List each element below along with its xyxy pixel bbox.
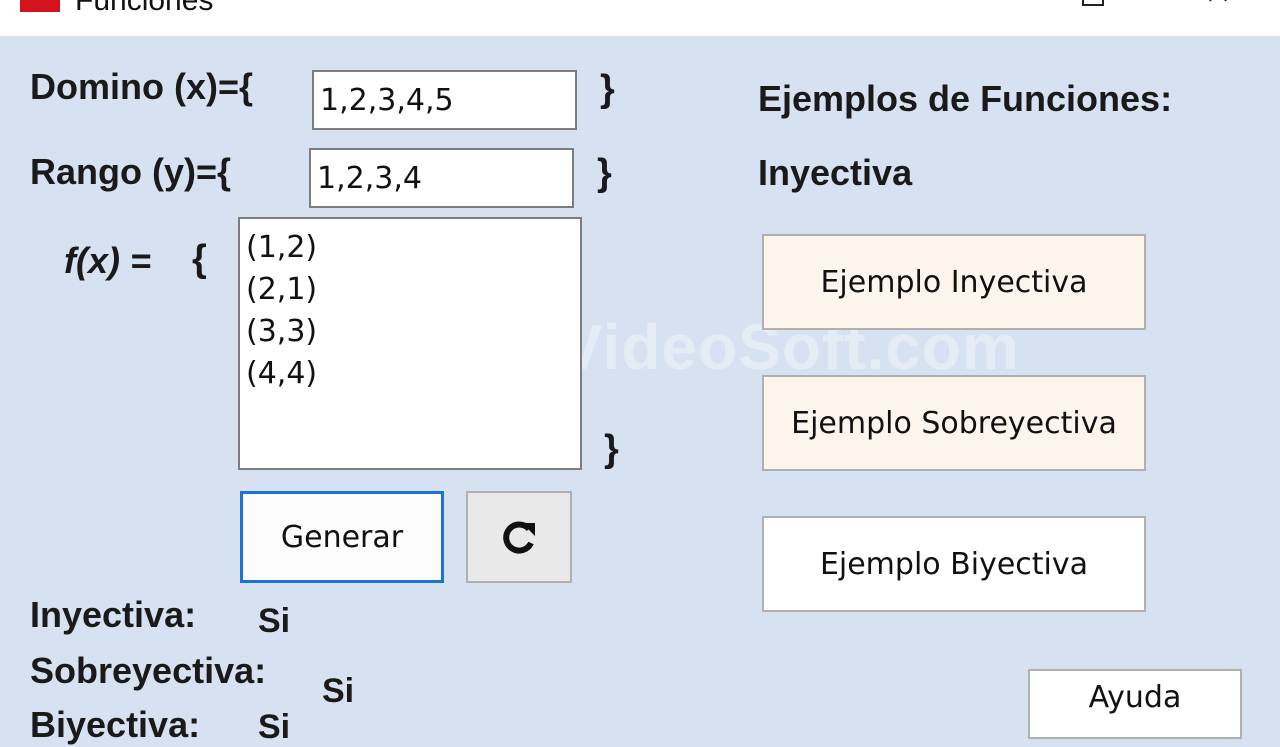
bijective-value: Si (258, 708, 291, 746)
surjective-value: Si (322, 672, 355, 710)
pairs-textarea[interactable]: (1,2) (2,1) (3,3) (4,4) (238, 217, 582, 470)
domain-label: Domino (x)={ (30, 66, 254, 107)
app-icon (20, 0, 60, 12)
range-label: Rango (y)={ (30, 151, 232, 192)
title-bar: Funciones ✕ (0, 0, 1280, 36)
fx-open-brace: { (192, 238, 207, 280)
window-title: Funciones (75, 0, 214, 17)
fx-close-brace: } (604, 428, 619, 470)
close-icon[interactable]: ✕ (1200, 0, 1236, 10)
maximize-icon[interactable] (1082, 0, 1104, 6)
injective-label: Inyectiva: (30, 594, 197, 635)
domain-close-brace: } (600, 68, 615, 110)
refresh-button[interactable] (466, 491, 572, 583)
pair-item: (4,4) (246, 356, 318, 391)
pair-item: (1,2) (246, 230, 318, 265)
surjective-label: Sobreyectiva: (30, 650, 267, 691)
domain-input[interactable] (312, 70, 577, 130)
refresh-icon (503, 521, 535, 554)
example-type-label: Inyectiva (758, 152, 913, 193)
bijective-label: Biyectiva: (30, 704, 201, 745)
example-injective-button[interactable]: Ejemplo Inyectiva (762, 234, 1146, 330)
example-bijective-button[interactable]: Ejemplo Biyectiva (762, 516, 1146, 612)
pair-item: (2,1) (246, 272, 318, 307)
example-surjective-button[interactable]: Ejemplo Sobreyectiva (762, 375, 1146, 471)
help-button[interactable]: Ayuda (1028, 669, 1242, 739)
injective-value: Si (258, 602, 291, 640)
examples-heading: Ejemplos de Funciones: (758, 78, 1173, 119)
range-close-brace: } (597, 152, 612, 194)
generate-button[interactable]: Generar (240, 491, 444, 583)
pair-item: (3,3) (246, 314, 318, 349)
fx-label: f(x) = (64, 240, 152, 281)
range-input[interactable] (309, 148, 574, 208)
